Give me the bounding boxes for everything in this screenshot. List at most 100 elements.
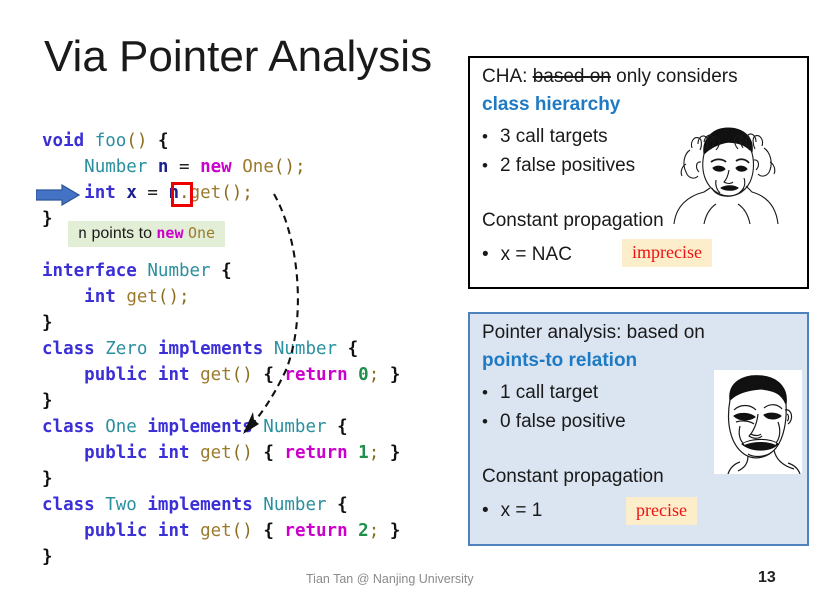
list-item: • 1 call target bbox=[482, 378, 626, 407]
code-token: Zero bbox=[105, 339, 148, 359]
code-token: { bbox=[157, 131, 169, 151]
page-number: 13 bbox=[758, 569, 776, 586]
code-token: Two bbox=[105, 495, 137, 515]
cha-result-row: • x = NAC bbox=[482, 244, 572, 266]
slide-canvas: Via Pointer Analysis void foo() { Number… bbox=[0, 0, 821, 605]
code-token: One bbox=[242, 157, 274, 177]
code-token: void bbox=[42, 131, 85, 151]
annotation-variable: n bbox=[78, 224, 88, 242]
cha-bullet-text: 2 false positives bbox=[499, 155, 636, 176]
bullet-marker-icon: • bbox=[482, 156, 488, 175]
code-token: } bbox=[42, 209, 53, 229]
pta-bullet-text: 0 false positive bbox=[499, 411, 626, 432]
code-token: public bbox=[84, 521, 148, 541]
status-badge: imprecise bbox=[622, 239, 712, 267]
code-token: { bbox=[263, 365, 274, 385]
code-token: int bbox=[157, 443, 190, 463]
yao-ming-face-meme-icon bbox=[714, 370, 802, 474]
footer-attribution: Tian Tan @ Nanjing University bbox=[306, 572, 474, 586]
code-token: ; bbox=[242, 183, 253, 203]
code-token: n bbox=[157, 157, 169, 177]
code-token: get bbox=[126, 287, 158, 307]
code-token: { bbox=[347, 339, 359, 359]
cha-subtitle: class hierarchy bbox=[482, 94, 621, 115]
code-line: public int get() { return 0; } bbox=[42, 362, 400, 388]
annotation-middle: points to bbox=[87, 225, 157, 242]
code-token: } bbox=[42, 313, 53, 333]
code-token: get bbox=[200, 365, 232, 385]
cha-panel: CHA: based on only considers class hiera… bbox=[468, 56, 809, 289]
cha-bullet-list: • 3 call targets • 2 false positives bbox=[482, 122, 635, 180]
code-token: () bbox=[231, 521, 253, 541]
code-token: } bbox=[42, 547, 53, 567]
points-to-annotation: n points to new One bbox=[68, 221, 226, 247]
code-token: = bbox=[147, 183, 158, 203]
code-line: class One implements Number { bbox=[42, 414, 400, 440]
code-token: One bbox=[105, 417, 137, 437]
code-token: ; bbox=[368, 365, 380, 385]
code-line: } bbox=[42, 310, 400, 336]
cha-heading: CHA: based on only considers bbox=[482, 66, 738, 88]
pta-result-row: • x = 1 bbox=[482, 500, 542, 522]
cha-section-label: Constant propagation bbox=[482, 210, 664, 231]
code-token: } bbox=[389, 365, 401, 385]
bullet-marker-icon: • bbox=[482, 383, 488, 402]
code-token: 2 bbox=[358, 521, 369, 541]
code-line: int x = n.get(); bbox=[42, 180, 400, 206]
code-line: Number n = new One(); bbox=[42, 154, 400, 180]
pta-section-label: Constant propagation bbox=[482, 466, 664, 487]
code-token: get bbox=[200, 521, 232, 541]
code-token: { bbox=[337, 495, 348, 515]
code-token: Number bbox=[147, 261, 211, 281]
code-token: ; bbox=[179, 287, 190, 307]
code-token: Number bbox=[84, 157, 148, 177]
code-token: implements bbox=[147, 417, 253, 437]
cha-heading-prefix: CHA: bbox=[482, 66, 533, 87]
variable-highlight-box bbox=[171, 182, 193, 207]
status-badge: precise bbox=[626, 497, 697, 525]
code-token: Number bbox=[273, 339, 338, 359]
code-line: public int get() { return 1; } bbox=[42, 440, 400, 466]
bullet-marker-icon: • bbox=[482, 500, 489, 521]
code-token: Number bbox=[263, 417, 327, 437]
page-title: Via Pointer Analysis bbox=[44, 32, 433, 81]
code-token: Number bbox=[263, 495, 327, 515]
code-token: new bbox=[200, 157, 232, 177]
code-token: () bbox=[126, 131, 148, 151]
bullet-marker-icon: • bbox=[482, 412, 488, 431]
current-line-arrow-icon bbox=[36, 184, 80, 206]
code-line: } bbox=[42, 466, 400, 492]
pointer-analysis-panel: Pointer analysis: based on points-to rel… bbox=[468, 312, 809, 546]
code-token: return bbox=[284, 365, 348, 385]
code-line: } bbox=[42, 388, 400, 414]
code-token: foo bbox=[94, 131, 127, 151]
code-line: public int get() { return 2; } bbox=[42, 518, 400, 544]
code-line: } bbox=[42, 544, 400, 570]
code-token: = bbox=[179, 157, 190, 177]
code-token: 0 bbox=[358, 365, 369, 385]
code-token: int bbox=[84, 183, 116, 203]
